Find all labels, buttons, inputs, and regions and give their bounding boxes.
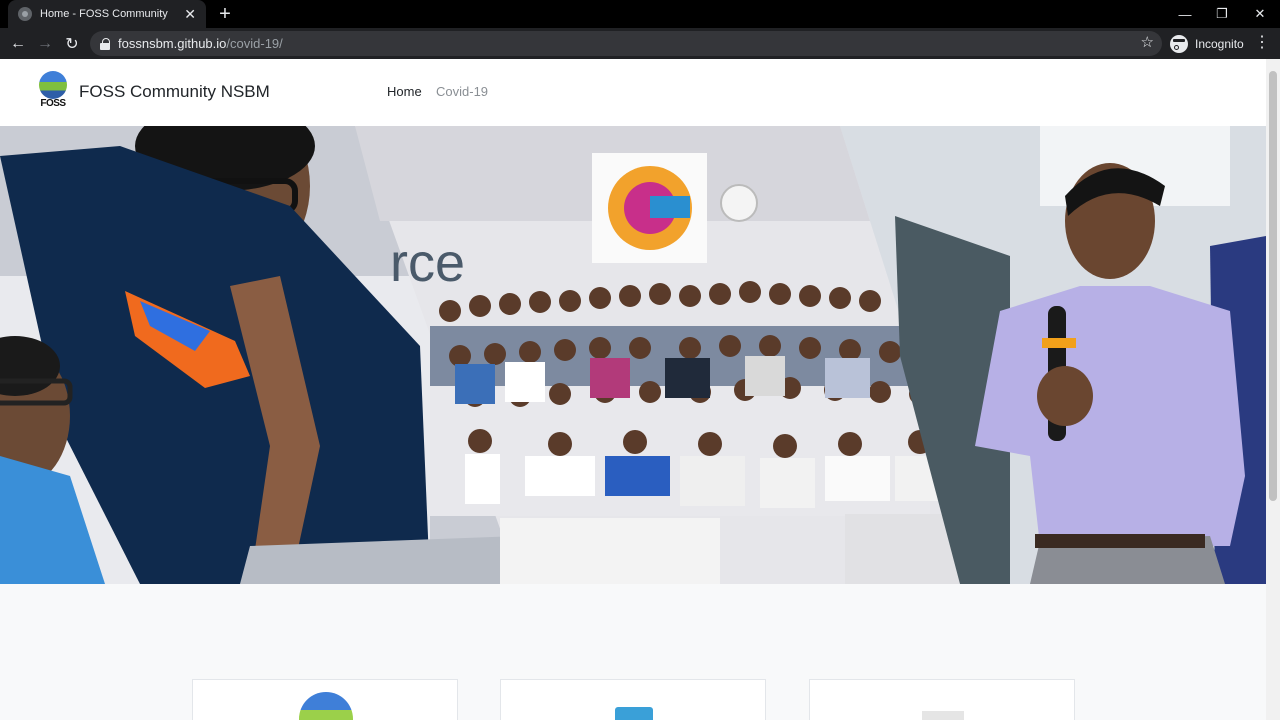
foss-logo[interactable]: FOSS <box>37 71 69 115</box>
lock-icon[interactable] <box>100 37 110 50</box>
incognito-indicator[interactable]: Incognito <box>1170 32 1244 55</box>
web-page: FOSS FOSS Community NSBM Home Covid-19 r… <box>0 59 1266 720</box>
hero-collage: rce <box>0 126 1266 584</box>
maximize-button[interactable]: ❐ <box>1203 0 1241 28</box>
incognito-label: Incognito <box>1195 36 1244 51</box>
kebab-menu-icon[interactable]: ⋮ <box>1254 33 1270 53</box>
close-window-button[interactable]: ✕ <box>1241 0 1279 28</box>
scrollbar-thumb[interactable] <box>1269 71 1277 501</box>
crowd-group <box>430 281 980 584</box>
tab-title: Home - FOSS Community <box>40 8 168 20</box>
back-icon[interactable]: ← <box>6 32 30 56</box>
feature-card-2[interactable] <box>500 679 766 720</box>
star-icon[interactable]: ☆ <box>1141 33 1154 51</box>
nav-home[interactable]: Home <box>387 84 422 99</box>
forward-icon[interactable]: → <box>33 32 57 56</box>
address-bar[interactable]: fossnsbm.github.io /covid-19/ ☆ <box>90 31 1162 56</box>
tab-close-icon[interactable]: ✕ <box>184 7 196 21</box>
page-scrollbar[interactable] <box>1266 59 1280 720</box>
new-tab-button[interactable]: + <box>214 4 236 24</box>
globe-icon <box>299 692 353 720</box>
shield-icon <box>615 707 653 720</box>
globe-icon <box>39 71 67 99</box>
url-host: fossnsbm.github.io <box>118 36 227 51</box>
incognito-icon <box>1170 34 1188 53</box>
minimize-button[interactable]: — <box>1166 0 1204 28</box>
tab-strip: Home - FOSS Community ✕ + — ❐ ✕ <box>0 0 1280 28</box>
browser-tab[interactable]: Home - FOSS Community ✕ <box>8 0 206 28</box>
favicon-icon <box>18 7 32 21</box>
feature-card-1[interactable] <box>192 679 458 720</box>
browser-toolbar: ← → ↻ fossnsbm.github.io /covid-19/ ☆ <box>0 28 1280 59</box>
site-navbar: FOSS FOSS Community NSBM Home Covid-19 <box>0 59 1266 126</box>
feature-card-3[interactable] <box>809 679 1075 720</box>
site-brand[interactable]: FOSS Community NSBM <box>79 82 270 102</box>
url-path: /covid-19/ <box>226 36 283 51</box>
reload-icon[interactable]: ↻ <box>60 32 84 56</box>
nav-covid-19[interactable]: Covid-19 <box>436 84 488 99</box>
wall-text: rce <box>390 233 465 293</box>
hero-banner-image: rce <box>0 126 1266 584</box>
document-icon <box>922 711 964 720</box>
logo-text: FOSS <box>40 98 66 109</box>
